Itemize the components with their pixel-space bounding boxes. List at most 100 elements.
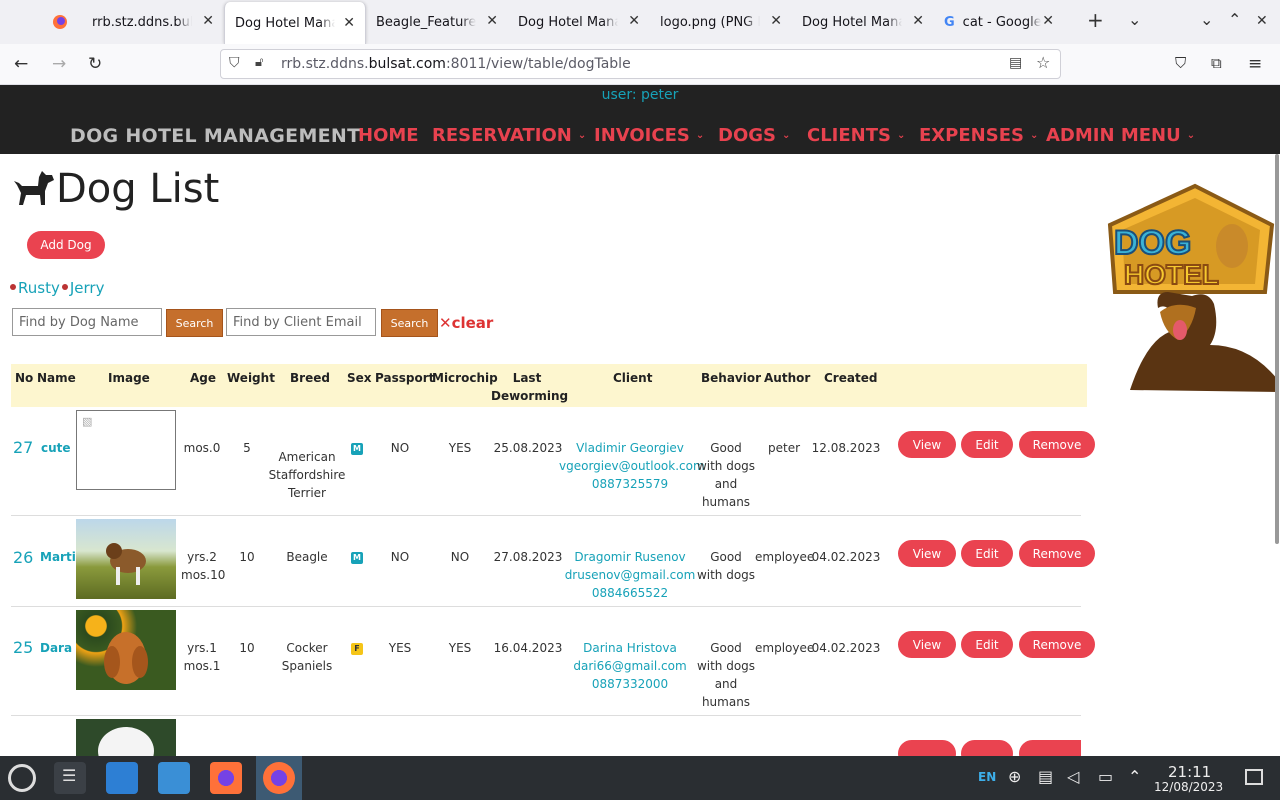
firefox-active-task[interactable]: [256, 756, 302, 800]
maximize-icon[interactable]: ⌃: [1228, 10, 1241, 29]
volume-muted-icon[interactable]: ◁: [1067, 767, 1079, 786]
insecure-lock-icon[interactable]: 🔓︎: [255, 55, 263, 70]
dog-name-search-input[interactable]: [12, 308, 162, 336]
network-icon[interactable]: ▭: [1098, 767, 1113, 786]
clock-date[interactable]: 12/08/2023: [1154, 780, 1223, 794]
brand[interactable]: DOG HOTEL MANAGEMENT: [70, 125, 360, 147]
remove-button[interactable]: Remove: [1019, 540, 1095, 567]
menu-home[interactable]: HOME: [358, 125, 419, 146]
new-tab-icon[interactable]: +: [1087, 8, 1104, 32]
browser-tab[interactable]: Beagle_Featured ✕: [366, 0, 508, 44]
remove-button[interactable]: Remove: [1019, 431, 1095, 458]
page-scrollbar[interactable]: [1275, 154, 1279, 544]
shield-icon[interactable]: ⛉: [229, 55, 240, 71]
reload-icon[interactable]: ↻: [88, 54, 102, 74]
add-dog-button[interactable]: Add Dog: [27, 231, 105, 259]
dog-name-link[interactable]: Marti: [40, 550, 76, 564]
view-button[interactable]: View: [898, 631, 956, 658]
browser-tab[interactable]: Dog Hotel Manag ✕: [792, 0, 934, 44]
header-sex: Sex: [347, 371, 372, 385]
close-icon[interactable]: ✕: [628, 13, 640, 29]
client-email-link[interactable]: dari66@gmail.com: [559, 657, 701, 675]
clear-search-link[interactable]: ✕clear: [439, 314, 493, 332]
firefox-icon: [263, 762, 295, 794]
client-name-link[interactable]: Darina Hristova: [559, 639, 701, 657]
forward-icon[interactable]: →: [52, 54, 66, 74]
edit-button[interactable]: Edit: [961, 431, 1013, 458]
client-name-link[interactable]: Dragomir Rusenov: [559, 548, 701, 566]
minimize-icon[interactable]: ⌄: [1200, 10, 1213, 29]
header-weight: Weight: [227, 371, 275, 385]
reader-view-icon[interactable]: ▤: [1009, 55, 1022, 71]
file-manager-icon[interactable]: [158, 762, 190, 794]
bullet-icon: [10, 284, 16, 290]
close-icon[interactable]: ✕: [770, 13, 782, 29]
client-email-link[interactable]: drusenov@gmail.com: [559, 566, 701, 584]
browser-tab-active[interactable]: Dog Hotel Manag ✕: [224, 2, 366, 44]
dog-name-link[interactable]: cute: [41, 441, 71, 455]
extensions-icon[interactable]: ⧉: [1211, 54, 1222, 72]
close-window-icon[interactable]: ✕: [1256, 13, 1268, 29]
bookmark-star-icon[interactable]: ☆: [1036, 53, 1050, 72]
pocket-icon[interactable]: ⛉: [1175, 54, 1186, 72]
client-name-link[interactable]: Vladimir Georgiev: [559, 439, 701, 457]
chevron-down-icon: ⌄: [1029, 130, 1039, 141]
client-email-search-input[interactable]: [226, 308, 376, 336]
close-icon[interactable]: ✕: [486, 13, 498, 29]
menu-invoices[interactable]: INVOICES ⌄: [594, 125, 704, 146]
close-icon[interactable]: ✕: [912, 13, 924, 29]
menu-clients[interactable]: CLIENTS ⌄: [807, 125, 905, 146]
dog-search-button[interactable]: Search: [166, 309, 223, 337]
clipboard-icon[interactable]: ▤: [1038, 767, 1053, 786]
chevron-down-icon: ⌄: [1186, 130, 1196, 141]
edit-button[interactable]: Edit: [961, 631, 1013, 658]
row-number[interactable]: 26: [13, 548, 33, 567]
browser-tab[interactable]: Dog Hotel Manag ✕: [508, 0, 650, 44]
remove-button[interactable]: [1019, 740, 1081, 756]
row-number[interactable]: 27: [13, 438, 33, 457]
edit-button[interactable]: Edit: [961, 540, 1013, 567]
browser-tab[interactable]: logo.png (PNG In ✕: [650, 0, 792, 44]
close-icon[interactable]: ✕: [1042, 13, 1054, 29]
tray-expand-icon[interactable]: ⌃: [1128, 767, 1141, 786]
back-icon[interactable]: ←: [14, 54, 28, 74]
browser-tab[interactable]: Gcat - Google S✕: [934, 0, 1064, 44]
client-phone-link[interactable]: 0884665522: [559, 584, 701, 602]
update-icon[interactable]: ⊕: [1008, 767, 1021, 786]
keyboard-layout[interactable]: EN: [978, 770, 996, 784]
close-icon[interactable]: ✕: [202, 13, 214, 29]
remove-button[interactable]: Remove: [1019, 631, 1095, 658]
menu-expenses[interactable]: EXPENSES ⌄: [919, 125, 1038, 146]
system-settings-icon[interactable]: ☰: [54, 762, 86, 794]
edit-button[interactable]: [961, 740, 1013, 756]
clock-time[interactable]: 21:11: [1168, 763, 1211, 781]
breed-line: Staffordshire: [268, 468, 346, 482]
client-email-link[interactable]: vgeorgiev@outlook.com: [559, 457, 705, 475]
close-icon[interactable]: ✕: [343, 15, 355, 31]
app-launcher-icon[interactable]: [8, 764, 36, 792]
quick-link-rusty[interactable]: Rusty: [18, 279, 60, 297]
client-search-button[interactable]: Search: [381, 309, 438, 337]
row-number[interactable]: 25: [13, 638, 33, 657]
discover-store-icon[interactable]: [106, 762, 138, 794]
firefox-icon[interactable]: [210, 762, 242, 794]
client-phone-link[interactable]: 0887332000: [559, 675, 701, 693]
age-cell: yrs.1 mos.1: [181, 639, 223, 675]
menu-icon[interactable]: ≡: [1248, 54, 1262, 74]
quick-link-jerry[interactable]: Jerry: [70, 279, 105, 297]
url-bar[interactable]: ⛉ 🔓︎ rrb.stz.ddns.bulsat.com:8011/view/t…: [220, 49, 1061, 79]
menu-admin[interactable]: ADMIN MENU ⌄: [1046, 125, 1195, 146]
view-button[interactable]: View: [898, 540, 956, 567]
firefox-view-icon[interactable]: [38, 0, 82, 44]
view-button[interactable]: [898, 740, 956, 756]
browser-tab[interactable]: rrb.stz.ddns.bulsat ✕: [82, 0, 224, 44]
tab-list-icon[interactable]: ⌄: [1128, 10, 1141, 29]
view-button[interactable]: View: [898, 431, 956, 458]
behavior-line: Good: [710, 441, 742, 455]
menu-reservation[interactable]: RESERVATION ⌄: [432, 125, 586, 146]
show-desktop-icon[interactable]: [1245, 769, 1263, 785]
client-phone-link[interactable]: 0887325579: [559, 475, 701, 493]
url-text[interactable]: rrb.stz.ddns.bulsat.com:8011/view/table/…: [281, 56, 631, 72]
dog-name-link[interactable]: Dara: [40, 641, 72, 655]
menu-dogs[interactable]: DOGS ⌄: [718, 125, 790, 146]
